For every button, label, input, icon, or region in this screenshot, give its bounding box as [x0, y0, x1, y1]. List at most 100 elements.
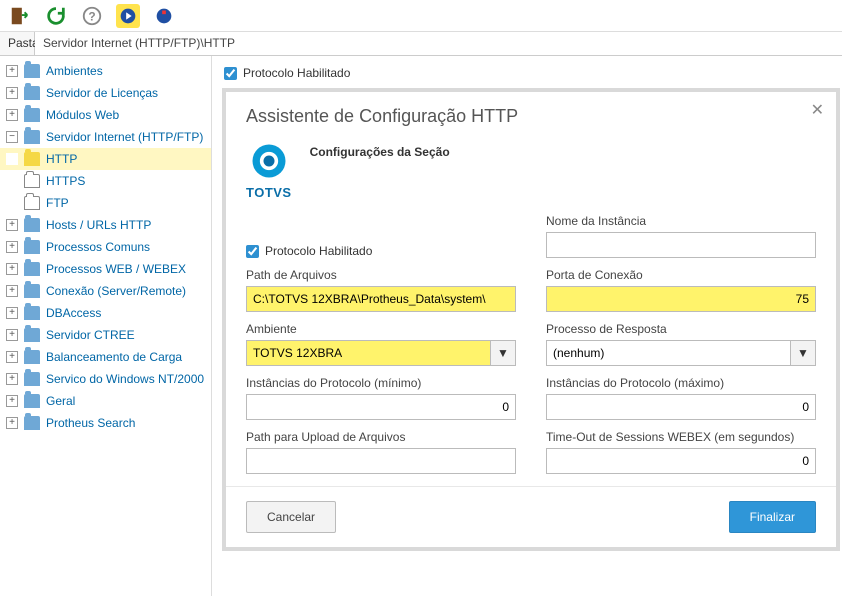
response-process-field: Processo de Resposta ▼	[546, 322, 816, 366]
instances-max-input[interactable]	[546, 394, 816, 420]
folder-icon	[24, 130, 40, 144]
finish-button[interactable]: Finalizar	[729, 501, 816, 533]
refresh-icon[interactable]	[44, 4, 68, 28]
protocol-enabled-top-label: Protocolo Habilitado	[243, 66, 350, 80]
exit-icon[interactable]	[8, 4, 32, 28]
expand-icon[interactable]: +	[6, 351, 18, 363]
folder-icon	[24, 152, 40, 166]
folder-icon	[24, 108, 40, 122]
tree-node-label: Processos Comuns	[46, 240, 150, 254]
tree-node[interactable]: HTTP	[0, 148, 211, 170]
wizard-dialog: ✕ Assistente de Configuração HTTP TOTVS …	[222, 88, 840, 551]
breadcrumb-path: Servidor Internet (HTTP/FTP)\HTTP	[35, 32, 842, 55]
expand-icon[interactable]: +	[6, 395, 18, 407]
tree-node-label: DBAccess	[46, 306, 101, 320]
protocol-enabled-checkbox[interactable]	[246, 245, 259, 258]
tree-node[interactable]: +Hosts / URLs HTTP	[0, 214, 211, 236]
breadcrumb-label: Pasta	[0, 32, 35, 55]
protocol-enabled-top-checkbox[interactable]	[224, 67, 237, 80]
environment-label: Ambiente	[246, 322, 516, 336]
expand-icon[interactable]: +	[6, 263, 18, 275]
tree-node[interactable]: + Geral	[0, 390, 211, 412]
help-icon[interactable]: ?	[80, 4, 104, 28]
dist-icon[interactable]	[152, 4, 176, 28]
environment-dropdown-button[interactable]: ▼	[490, 340, 516, 366]
wizard-icon[interactable]	[116, 4, 140, 28]
collapse-icon[interactable]: −	[6, 131, 18, 143]
instances-min-field: Instâncias do Protocolo (mínimo)	[246, 376, 516, 420]
folder-icon	[24, 328, 40, 342]
tree-node[interactable]: − Servidor Internet (HTTP/FTP)	[0, 126, 211, 148]
folder-icon	[24, 174, 40, 188]
expand-icon[interactable]: +	[6, 219, 18, 231]
expand-icon[interactable]: +	[6, 329, 18, 341]
connection-port-label: Porta de Conexão	[546, 268, 816, 282]
sidebar: + Ambientes + Servidor de Licenças + Módulos …	[0, 56, 212, 596]
tree-node[interactable]: + Servico do Windows NT/2000	[0, 368, 211, 390]
folder-icon	[24, 306, 40, 320]
upload-path-input[interactable]	[246, 448, 516, 474]
instance-name-field: Nome da Instância	[546, 214, 816, 258]
folder-icon	[24, 196, 40, 210]
instance-name-input[interactable]	[546, 232, 816, 258]
response-process-dropdown-button[interactable]: ▼	[790, 340, 816, 366]
tree-node[interactable]: + Servidor de Licenças	[0, 82, 211, 104]
upload-path-label: Path para Upload de Arquivos	[246, 430, 516, 444]
tree-node[interactable]: + Processos WEB / WEBEX	[0, 258, 211, 280]
tree-node[interactable]: HTTPS	[0, 170, 211, 192]
totvs-logo-text: TOTVS	[246, 185, 292, 200]
tree-node-label: HTTP	[46, 152, 77, 166]
instance-name-label: Nome da Instância	[546, 214, 816, 228]
tree-node[interactable]: + Ambientes	[0, 60, 211, 82]
instances-max-field: Instâncias do Protocolo (máximo)	[546, 376, 816, 420]
wizard-title: Assistente de Configuração HTTP	[246, 106, 816, 127]
tree-node-label: Processos WEB / WEBEX	[46, 262, 186, 276]
connection-port-input[interactable]	[546, 286, 816, 312]
folder-icon	[24, 218, 40, 232]
expand-icon[interactable]: +	[6, 285, 18, 297]
tree-node[interactable]: +Servidor CTREE	[0, 324, 211, 346]
expand-icon[interactable]: +	[6, 417, 18, 429]
toggle-icon	[6, 175, 18, 187]
tree-node[interactable]: +Balanceamento de Carga	[0, 346, 211, 368]
tree-node[interactable]: + Processos Comuns	[0, 236, 211, 258]
files-path-input[interactable]	[246, 286, 516, 312]
instances-min-input[interactable]	[246, 394, 516, 420]
upload-path-field: Path para Upload de Arquivos	[246, 430, 516, 474]
expand-icon[interactable]: +	[6, 87, 18, 99]
folder-icon	[24, 262, 40, 276]
folder-icon	[24, 284, 40, 298]
tree-node-label: Servico do Windows NT/2000	[46, 372, 204, 386]
tree-node[interactable]: FTP	[0, 192, 211, 214]
response-process-input[interactable]	[546, 340, 790, 366]
close-icon[interactable]: ✕	[811, 100, 824, 120]
toggle-icon	[6, 153, 18, 165]
webex-timeout-input[interactable]	[546, 448, 816, 474]
folder-icon	[24, 350, 40, 364]
toggle-icon	[6, 197, 18, 209]
webex-timeout-label: Time-Out de Sessions WEBEX (em segundos)	[546, 430, 816, 444]
environment-input[interactable]	[246, 340, 490, 366]
tree-node-label: Servidor Internet (HTTP/FTP)	[46, 130, 203, 144]
tree-node-label: Protheus Search	[46, 416, 135, 430]
cancel-button[interactable]: Cancelar	[246, 501, 336, 533]
tree-node[interactable]: + Conexão (Server/Remote)	[0, 280, 211, 302]
tree-node-label: Geral	[46, 394, 75, 408]
totvs-logo: TOTVS	[246, 139, 292, 200]
tree-node-label: Conexão (Server/Remote)	[46, 284, 186, 298]
tree-node-label: FTP	[46, 196, 69, 210]
tree-node[interactable]: + DBAccess	[0, 302, 211, 324]
expand-icon[interactable]: +	[6, 307, 18, 319]
expand-icon[interactable]: +	[6, 65, 18, 77]
expand-icon[interactable]: +	[6, 109, 18, 121]
expand-icon[interactable]: +	[6, 373, 18, 385]
instances-max-label: Instâncias do Protocolo (máximo)	[546, 376, 816, 390]
tree-node-label: Módulos Web	[46, 108, 119, 122]
tree-node-label: HTTPS	[46, 174, 85, 188]
tree-node[interactable]: + Módulos Web	[0, 104, 211, 126]
folder-icon	[24, 416, 40, 430]
tree-node-label: Servidor de Licenças	[46, 86, 158, 100]
tree-node[interactable]: + Protheus Search	[0, 412, 211, 434]
tree-node-label: Ambientes	[46, 64, 103, 78]
expand-icon[interactable]: +	[6, 241, 18, 253]
